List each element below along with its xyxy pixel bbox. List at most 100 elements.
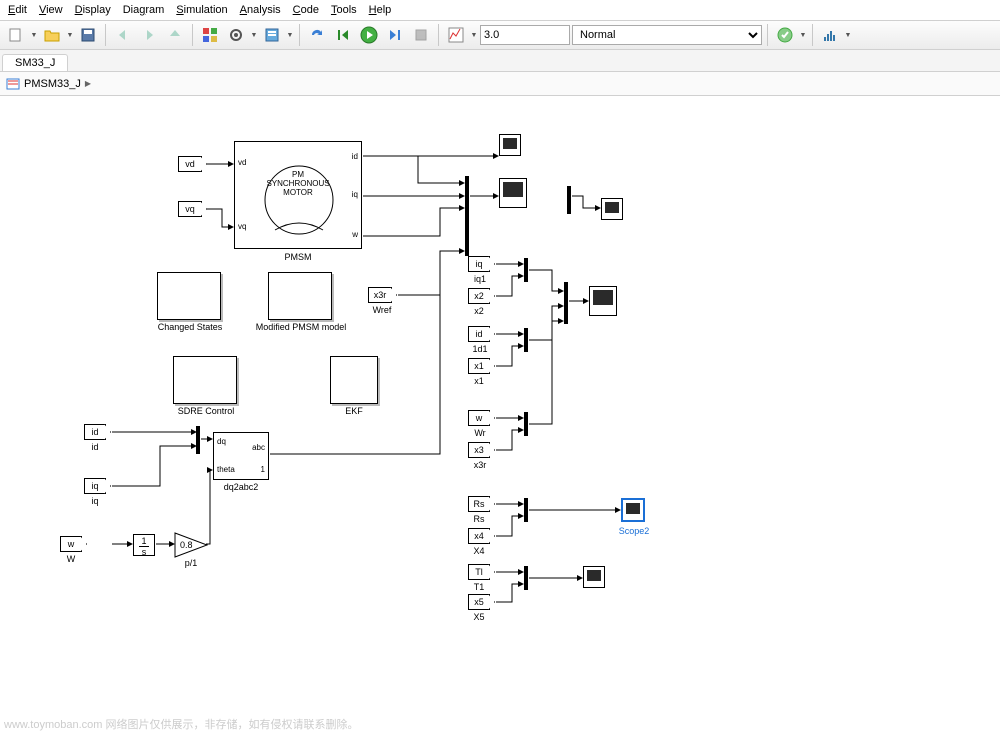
from-x3r[interactable]: x3r [368, 287, 392, 303]
mux-tl[interactable] [524, 566, 528, 590]
mux-rs[interactable] [524, 498, 528, 522]
scope-tl[interactable] [583, 566, 605, 588]
demux-small[interactable] [567, 186, 571, 214]
explorer-dropdown[interactable]: ▼ [286, 32, 294, 39]
run-button[interactable] [357, 23, 381, 47]
from-rs[interactable]: Rs [468, 496, 490, 512]
ready-dropdown[interactable]: ▼ [799, 32, 807, 39]
port-w: w [352, 230, 358, 239]
model-config-button[interactable] [224, 23, 248, 47]
iq1-label: iq1 [466, 274, 494, 284]
menu-diagram[interactable]: Diagram [123, 4, 165, 16]
from-x5[interactable]: x5 [468, 594, 490, 610]
tab-bar: SM33_J [0, 50, 1000, 72]
pmsm-name: PMSM [234, 252, 362, 262]
breadcrumb-bar: PMSM33_J ▶ [0, 72, 1000, 96]
mux-w[interactable] [524, 412, 528, 436]
x1-label: x1 [468, 376, 490, 386]
sdre-label: SDRE Control [170, 406, 242, 416]
from-x4[interactable]: x4 [468, 528, 490, 544]
from-iq-r[interactable]: iq [468, 256, 490, 272]
dq2abc-label: dq2abc2 [213, 482, 269, 492]
new-dropdown[interactable]: ▼ [30, 32, 38, 39]
wref-label: Wref [362, 305, 402, 315]
from-tl[interactable]: Tl [468, 564, 490, 580]
mux-combined[interactable] [564, 282, 568, 324]
mux-iq[interactable] [524, 258, 528, 282]
mux-id[interactable] [524, 328, 528, 352]
config-dropdown[interactable]: ▼ [250, 32, 258, 39]
from-x2[interactable]: x2 [468, 288, 490, 304]
open-button[interactable] [40, 23, 64, 47]
stepping-options-button[interactable] [818, 23, 842, 47]
integrator-block[interactable]: 1s [133, 534, 155, 556]
step-forward-button[interactable] [383, 23, 407, 47]
mux-idiq[interactable] [196, 426, 200, 454]
scope-small[interactable] [601, 198, 623, 220]
model-tab[interactable]: SM33_J [2, 54, 68, 71]
from-id[interactable]: id [84, 424, 106, 440]
iq-label: iq [84, 496, 106, 506]
from-iq[interactable]: iq [84, 478, 106, 494]
menu-tools[interactable]: Tools [331, 4, 357, 16]
scope2-block[interactable] [621, 498, 645, 522]
gain-block[interactable]: 0.8 [174, 532, 208, 558]
scope-combined[interactable] [589, 286, 617, 316]
model-canvas[interactable]: vd vq vd vq id iq w PMSYNCHRONOUSMOTOR P… [0, 96, 1000, 736]
menu-view[interactable]: View [39, 4, 63, 16]
open-dropdown[interactable]: ▼ [66, 32, 74, 39]
menu-code[interactable]: Code [293, 4, 319, 16]
x2-label: x2 [468, 306, 490, 316]
from-x3[interactable]: x3 [468, 442, 490, 458]
breadcrumb-arrow: ▶ [85, 79, 91, 88]
watermark: www.toymoban.com 网络图片仅供展示，非存储，如有侵权请联系删除。 [4, 716, 358, 732]
update-diagram-button[interactable] [305, 23, 329, 47]
menu-display[interactable]: Display [75, 4, 111, 16]
new-model-button[interactable] [4, 23, 28, 47]
library-browser-button[interactable] [198, 23, 222, 47]
x3r-label: x3r [466, 460, 494, 470]
toolbar: ▼ ▼ ▼ ▼ ▼ Normal ▼ ▼ [0, 20, 1000, 50]
ekf-block[interactable] [330, 356, 378, 404]
from-w-r[interactable]: w [468, 410, 490, 426]
scope-id[interactable] [499, 134, 521, 156]
dq2abc-block[interactable]: dq theta abc 1 [213, 432, 269, 480]
stop-time-input[interactable] [480, 25, 570, 45]
simulation-mode-select[interactable]: Normal [572, 25, 762, 45]
modified-pmsm-block[interactable] [268, 272, 332, 320]
back-button[interactable] [111, 23, 135, 47]
ekf-label: EKF [330, 406, 378, 416]
stepping-dropdown[interactable]: ▼ [844, 32, 852, 39]
t1-label: T1 [468, 582, 490, 592]
id1-label: 1d1 [466, 344, 494, 354]
from-vq[interactable]: vq [178, 201, 202, 217]
from-x1[interactable]: x1 [468, 358, 490, 374]
gain-text: 0.8 [180, 540, 193, 550]
stop-button[interactable] [409, 23, 433, 47]
from-vd[interactable]: vd [178, 156, 202, 172]
menu-analysis[interactable]: Analysis [240, 4, 281, 16]
sdre-block[interactable] [173, 356, 237, 404]
pmsm-block[interactable]: vd vq id iq w PMSYNCHRONOUSMOTOR [234, 141, 362, 249]
data-inspector-button[interactable] [444, 23, 468, 47]
model-icon [6, 77, 20, 91]
changed-states-block[interactable] [157, 272, 221, 320]
step-back-button[interactable] [331, 23, 355, 47]
changed-states-label: Changed States [140, 322, 240, 332]
from-id-r[interactable]: id [468, 326, 490, 342]
model-explorer-button[interactable] [260, 23, 284, 47]
up-button[interactable] [163, 23, 187, 47]
mux-motor[interactable] [465, 176, 469, 256]
breadcrumb-model[interactable]: PMSM33_J [24, 78, 81, 90]
scope-motor[interactable] [499, 178, 527, 208]
from-w[interactable]: w [60, 536, 82, 552]
forward-button[interactable] [137, 23, 161, 47]
ready-status-button[interactable] [773, 23, 797, 47]
save-button[interactable] [76, 23, 100, 47]
menu-edit[interactable]: Edit [8, 4, 27, 16]
menu-help[interactable]: Help [369, 4, 392, 16]
rs-label: Rs [468, 514, 490, 524]
port-id: id [352, 152, 358, 161]
menu-simulation[interactable]: Simulation [176, 4, 227, 16]
inspector-dropdown[interactable]: ▼ [470, 32, 478, 39]
